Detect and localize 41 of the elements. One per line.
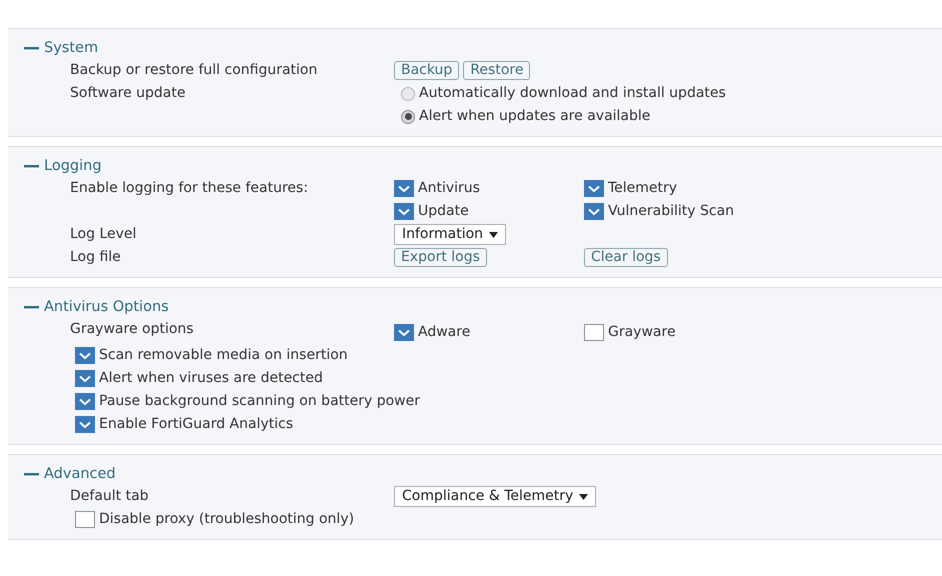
check-icon — [79, 420, 91, 428]
check-icon — [79, 352, 91, 360]
checkbox[interactable]: Antivirus — [394, 177, 584, 200]
outline-button[interactable]: Clear logs — [584, 248, 668, 267]
field-label: Log Level — [70, 225, 138, 244]
checkbox[interactable]: Pause background scanning on battery power — [75, 390, 420, 413]
check-icon — [588, 208, 600, 216]
checkbox[interactable]: Adware — [394, 321, 584, 344]
field-label: Backup or restore full configuration — [70, 61, 318, 80]
checkbox[interactable]: Disable proxy (troubleshooting only) — [75, 508, 354, 531]
outline-button[interactable]: Restore — [463, 61, 530, 80]
checkbox[interactable]: Scan removable media on insertion — [75, 344, 348, 367]
checkbox[interactable]: Alert when viruses are detected — [75, 367, 323, 390]
field-label: Grayware options — [70, 320, 195, 339]
radio-option[interactable]: Alert when updates are available — [401, 105, 650, 128]
dropdown[interactable]: Compliance & Telemetry — [394, 486, 596, 507]
field-label: Default tab — [70, 487, 150, 506]
checkbox[interactable]: Telemetry — [584, 177, 784, 200]
checkbox[interactable]: Update — [394, 200, 584, 223]
check-icon — [398, 184, 410, 192]
section-header[interactable]: Logging — [24, 155, 942, 177]
check-icon — [79, 398, 91, 406]
field-label: Log file — [70, 248, 122, 267]
checkbox[interactable]: Enable FortiGuard Analytics — [75, 413, 294, 436]
dropdown[interactable]: Information — [394, 224, 506, 245]
outline-button[interactable]: Backup — [394, 61, 460, 80]
check-icon — [398, 328, 410, 336]
check-icon — [398, 208, 410, 216]
section-header[interactable]: System — [24, 37, 942, 59]
outline-button[interactable]: Export logs — [394, 248, 487, 267]
field-label: Enable logging for these features: — [70, 179, 310, 198]
radio-option[interactable]: Automatically download and install updates — [401, 82, 726, 105]
caret-icon — [579, 494, 588, 500]
check-icon — [79, 374, 91, 382]
checkbox[interactable]: Grayware — [584, 321, 784, 344]
section-header[interactable]: Antivirus Options — [24, 296, 942, 318]
section-header[interactable]: Advanced — [24, 463, 942, 485]
caret-icon — [489, 232, 498, 238]
checkbox[interactable]: Vulnerability Scan — [584, 200, 784, 223]
check-icon — [588, 184, 600, 192]
field-label: Software update — [70, 84, 186, 103]
